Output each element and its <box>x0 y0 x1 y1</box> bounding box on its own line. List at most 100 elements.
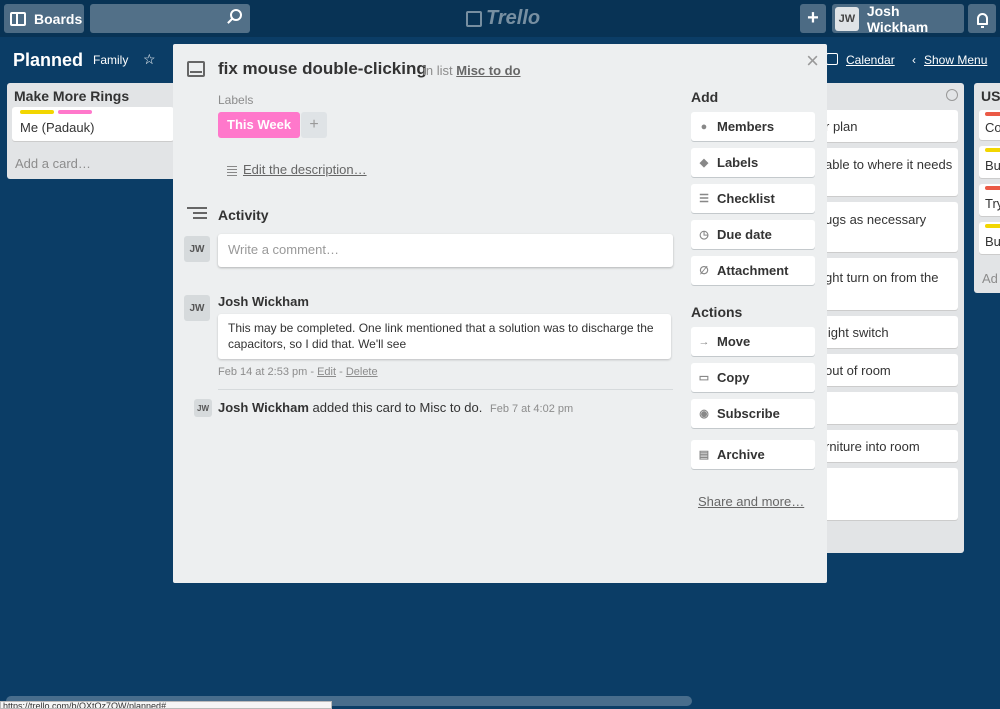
plus-icon: + <box>807 7 819 29</box>
in-list-info: in list Misc to do <box>423 63 521 78</box>
activity-icon <box>187 207 207 222</box>
list-title: Make More Rings <box>14 88 130 104</box>
checklist-icon: ☰ <box>699 193 709 205</box>
list-card[interactable] <box>818 468 958 520</box>
tag-icon: ◆ <box>699 157 709 169</box>
list-card[interactable]: r plan <box>818 110 958 142</box>
show-menu-link[interactable]: ‹ Show Menu <box>912 53 987 67</box>
labels-button[interactable]: ◆ Labels <box>691 148 815 177</box>
description-icon <box>227 166 237 178</box>
top-header: Boards Trello + JW Josh Wickham <box>0 0 1000 37</box>
chevron-left-icon: ‹ <box>912 53 916 67</box>
labels-heading: Labels <box>218 93 254 107</box>
comment-input[interactable]: Write a comment… <box>218 234 673 267</box>
edit-description-link[interactable]: Edit the description… <box>243 162 367 177</box>
board-team[interactable]: Family <box>93 53 128 67</box>
copy-icon: ▭ <box>698 372 710 384</box>
search-input[interactable] <box>90 4 250 33</box>
card-title: Me (Padauk) <box>20 120 95 135</box>
list-link[interactable]: Misc to do <box>456 63 520 78</box>
label-bar <box>985 186 1000 190</box>
create-button[interactable]: + <box>800 4 826 33</box>
subscribe-button[interactable]: ◉ Subscribe <box>691 399 815 428</box>
trello-logo-icon <box>466 10 482 27</box>
list-far-right: US Co Bu Try Bu Ad <box>974 83 1000 293</box>
comment-body: This may be completed. One link mentione… <box>218 314 671 359</box>
card-detail-modal: × fix mouse double-clicking in list Misc… <box>173 44 827 583</box>
add-label-button[interactable]: + <box>301 112 327 138</box>
label-bar <box>20 110 54 114</box>
list-card[interactable]: Bu <box>979 222 1000 254</box>
trello-logo[interactable]: Trello <box>466 7 540 30</box>
due-date-button[interactable]: ◷ Due date <box>691 220 815 249</box>
avatar[interactable]: JW <box>184 295 210 321</box>
board-title[interactable]: Planned <box>13 50 83 71</box>
list-card[interactable]: ugs as necessary <box>818 202 958 252</box>
checklist-button[interactable]: ☰ Checklist <box>691 184 815 213</box>
close-icon[interactable]: × <box>806 50 819 72</box>
logo-text: Trello <box>486 7 541 29</box>
list-card[interactable]: out of room <box>818 354 958 386</box>
user-name: Josh Wickham <box>866 2 929 35</box>
actions-heading: Actions <box>691 304 743 320</box>
activity-time[interactable]: Feb 7 at 4:02 pm <box>490 403 573 415</box>
comment-author[interactable]: Josh Wickham <box>218 294 309 309</box>
label-bar <box>58 110 92 114</box>
label-bar <box>985 148 1000 152</box>
activity-heading: Activity <box>218 207 269 223</box>
person-icon: ● <box>700 120 708 133</box>
list-card[interactable]: Try <box>979 184 1000 216</box>
list-card[interactable]: light switch <box>818 316 958 348</box>
avatar[interactable]: JW <box>184 236 210 262</box>
notifications-button[interactable] <box>968 4 996 33</box>
comment-meta: Feb 14 at 2:53 pm - Edit - Delete <box>218 366 378 378</box>
divider <box>218 389 673 390</box>
copy-button[interactable]: ▭ Copy <box>691 363 815 392</box>
add-heading: Add <box>691 89 719 105</box>
star-icon[interactable]: ☆ <box>143 51 156 68</box>
calendar-icon <box>826 53 838 65</box>
list-make-more-rings: Make More Rings Me (Padauk) Add a card… <box>7 83 179 179</box>
boards-button[interactable]: Boards <box>4 4 84 33</box>
comment-delete-link[interactable]: Delete <box>346 366 378 378</box>
move-button[interactable]: → Move <box>691 327 815 356</box>
boards-icon <box>10 11 26 26</box>
avatar[interactable]: JW <box>194 399 212 417</box>
list-card[interactable]: Me (Padauk) <box>12 107 174 141</box>
list-card[interactable]: ght turn on from the <box>818 258 958 310</box>
share-and-more-link[interactable]: Share and more… <box>698 494 804 509</box>
archive-icon: ▤ <box>698 449 710 461</box>
list-title: US <box>981 88 1000 104</box>
list-menu-icon[interactable] <box>946 89 958 101</box>
user-menu-button[interactable]: JW Josh Wickham <box>832 2 964 35</box>
card-icon <box>187 61 205 77</box>
clock-icon: ◷ <box>699 229 709 241</box>
boards-label: Boards <box>34 10 83 27</box>
label-this-week[interactable]: This Week <box>218 112 301 138</box>
comment-time: Feb 14 at 2:53 pm <box>218 366 308 378</box>
comment-edit-link[interactable]: Edit <box>317 366 336 378</box>
calendar-link[interactable]: Calendar <box>846 53 895 67</box>
add-card-link[interactable]: Ad <box>982 271 998 286</box>
status-url: https://trello.com/b/QXtOz7OW/planned# <box>0 701 332 709</box>
list-card[interactable] <box>818 392 958 424</box>
card-title[interactable]: fix mouse double-clicking <box>218 59 427 79</box>
list-card[interactable]: Co <box>979 110 1000 140</box>
arrow-right-icon: → <box>698 335 710 348</box>
list-card[interactable]: rniture into room <box>818 430 958 462</box>
list-card[interactable]: Bu <box>979 146 1000 178</box>
members-button[interactable]: ● Members <box>691 112 815 141</box>
user-avatar: JW <box>835 6 859 31</box>
label-bar <box>985 224 1000 228</box>
paperclip-icon: ∅ <box>699 265 709 277</box>
list-background-right: r plan able to where it needs ugs as nec… <box>818 83 964 553</box>
attachment-button[interactable]: ∅ Attachment <box>691 256 815 285</box>
add-card-link[interactable]: Add a card… <box>15 156 91 171</box>
activity-author[interactable]: Josh Wickham <box>218 400 309 415</box>
search-icon[interactable] <box>230 9 242 21</box>
bell-icon <box>976 12 988 28</box>
eye-icon: ◉ <box>699 408 709 420</box>
label-bar <box>985 112 1000 116</box>
archive-button[interactable]: ▤ Archive <box>691 440 815 469</box>
list-card[interactable]: able to where it needs <box>818 148 958 196</box>
